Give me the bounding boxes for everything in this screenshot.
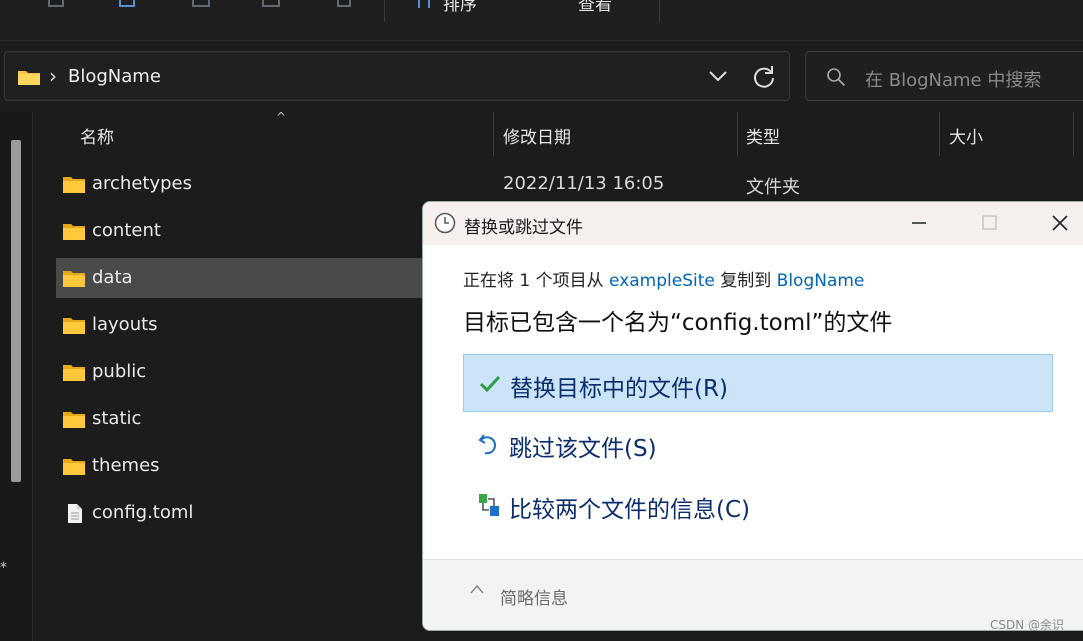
scrollbar-thumb[interactable] — [11, 140, 21, 482]
view-icon — [543, 0, 565, 10]
list-item[interactable]: layouts — [56, 305, 426, 345]
copy-info-prefix: 正在将 1 个项目从 — [463, 271, 610, 291]
maximize-icon — [982, 215, 997, 230]
file-name: content — [92, 220, 161, 241]
search-input[interactable]: 在 BlogName 中搜索 — [805, 51, 1083, 101]
column-header-type-label: 类型 — [746, 128, 780, 148]
dialog-body: 正在将 1 个项目从 exampleSite 复制到 BlogName 目标已包… — [423, 245, 1083, 559]
file-name: data — [92, 267, 133, 288]
file-name: static — [92, 408, 142, 429]
folder-icon — [63, 177, 85, 193]
skip-option-label: 跳过该文件(S) — [509, 436, 657, 462]
undo-icon — [478, 434, 496, 455]
column-divider[interactable] — [939, 112, 940, 156]
dialog-title-bar[interactable]: 替换或跳过文件 — [423, 202, 1083, 245]
file-name: layouts — [92, 314, 158, 335]
watermark: CSDN @余识 — [990, 618, 1065, 632]
column-header-modified-label: 修改日期 — [503, 128, 571, 148]
folder-icon — [63, 365, 85, 381]
rename-icon[interactable] — [190, 0, 212, 10]
sort-icon — [418, 0, 430, 8]
list-item[interactable]: themes — [56, 446, 426, 486]
more-button[interactable]: ••• — [684, 0, 723, 6]
file-name: public — [92, 361, 147, 382]
clock-icon — [434, 212, 456, 234]
chevron-down-icon[interactable] — [707, 68, 729, 84]
folder-icon — [63, 318, 85, 334]
compare-icon — [479, 494, 499, 516]
search-placeholder: 在 BlogName 中搜索 — [865, 70, 1042, 91]
compare-option[interactable]: 比较两个文件的信息(C) — [463, 476, 1053, 534]
sort-button[interactable]: 排序 — [443, 0, 477, 15]
address-bar[interactable]: › BlogName — [4, 51, 790, 101]
copy-icon[interactable] — [46, 0, 68, 10]
folder-icon — [63, 224, 85, 240]
column-header-name[interactable]: 名称 — [80, 112, 490, 156]
file-type: 文件夹 — [746, 177, 800, 198]
file-name: themes — [92, 455, 160, 476]
column-header-size[interactable]: 大小 — [949, 112, 1069, 156]
share-icon[interactable] — [260, 0, 282, 10]
document-icon — [68, 504, 82, 523]
breadcrumb-current[interactable]: BlogName — [68, 66, 161, 87]
copy-info-middle: 复制到 — [714, 271, 777, 291]
folder-icon — [63, 271, 85, 287]
file-date: 2022/11/13 16:05 — [503, 173, 665, 194]
folder-icon — [18, 71, 40, 85]
list-item[interactable]: config.toml — [56, 493, 426, 533]
column-divider[interactable] — [493, 112, 494, 156]
folder-icon — [63, 459, 85, 475]
replace-option[interactable]: 替换目标中的文件(R) — [463, 354, 1053, 412]
skip-option[interactable]: 跳过该文件(S) — [463, 415, 1053, 473]
list-item[interactable]: archetypes 2022/11/13 16:05 文件夹 — [56, 164, 800, 204]
folder-icon — [63, 412, 85, 428]
destination-link[interactable]: BlogName — [777, 271, 865, 291]
dialog-headline: 目标已包含一个名为“config.toml”的文件 — [463, 310, 893, 336]
list-item-selected[interactable]: data — [56, 258, 426, 298]
replace-option-label: 替换目标中的文件(R) — [510, 376, 728, 402]
check-icon — [479, 375, 501, 393]
chevron-up-icon[interactable] — [469, 583, 485, 595]
command-bar: 排序 查看 ••• — [0, 0, 1083, 41]
minimize-icon[interactable] — [907, 211, 931, 235]
list-item[interactable]: public — [56, 352, 426, 392]
column-header-modified[interactable]: 修改日期 — [503, 112, 733, 156]
column-divider[interactable] — [1073, 112, 1074, 156]
list-item[interactable]: static — [56, 399, 426, 439]
compare-option-label: 比较两个文件的信息(C) — [509, 497, 751, 523]
file-name: archetypes — [92, 173, 193, 194]
copy-info: 正在将 1 个项目从 exampleSite 复制到 BlogName — [463, 266, 864, 291]
dialog-title: 替换或跳过文件 — [464, 218, 583, 238]
breadcrumb-chevron-icon[interactable]: › — [49, 64, 57, 88]
column-divider[interactable] — [737, 112, 738, 156]
dialog-footer: 简略信息 — [423, 559, 1083, 630]
delete-icon[interactable] — [333, 0, 355, 10]
view-button[interactable]: 查看 — [578, 0, 612, 15]
search-icon — [827, 68, 846, 87]
toolbar-divider — [659, 0, 660, 22]
file-name: config.toml — [92, 502, 194, 523]
paste-icon[interactable] — [117, 0, 139, 10]
replace-skip-dialog: 替换或跳过文件 正在将 1 个项目从 exampleSite 复制到 BlogN… — [422, 201, 1083, 631]
column-header-size-label: 大小 — [949, 128, 983, 148]
close-icon[interactable] — [1048, 211, 1072, 235]
column-header-type[interactable]: 类型 — [746, 112, 936, 156]
source-link[interactable]: exampleSite — [609, 271, 715, 291]
fewer-details-toggle[interactable]: 简略信息 — [500, 584, 568, 609]
list-item[interactable]: content — [56, 211, 426, 251]
column-header-name-label: 名称 — [80, 128, 114, 148]
nav-pane-glyph: * — [0, 560, 7, 576]
toolbar-divider — [384, 0, 385, 22]
refresh-icon[interactable] — [751, 64, 777, 90]
